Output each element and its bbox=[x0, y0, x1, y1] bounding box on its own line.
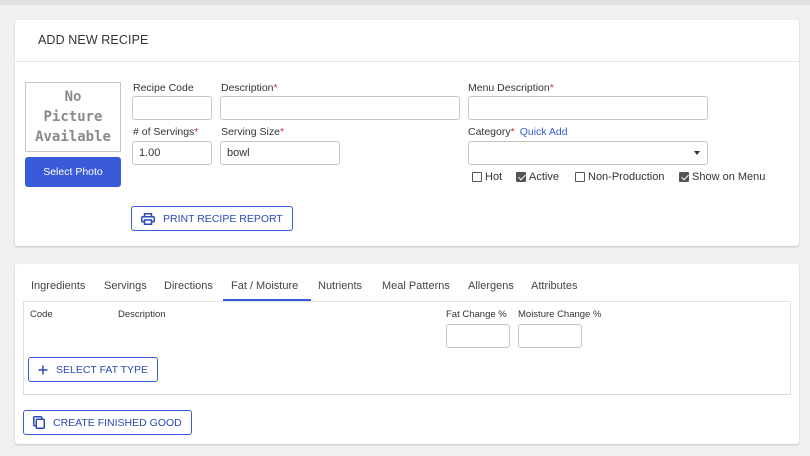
category-label: Category* Quick Add bbox=[468, 126, 568, 138]
tab-nutrients[interactable]: Nutrients bbox=[318, 280, 362, 300]
serving-size-label: Serving Size* bbox=[221, 126, 284, 138]
checkbox-label: Non-Production bbox=[588, 171, 665, 183]
moisture-change-input[interactable] bbox=[518, 324, 582, 348]
card-title: ADD NEW RECIPE bbox=[38, 33, 149, 47]
copy-icon bbox=[33, 416, 45, 429]
placeholder-line: No bbox=[64, 89, 82, 105]
checkbox-non-production[interactable]: Non-Production bbox=[575, 170, 664, 184]
button-label: PRINT RECIPE REPORT bbox=[163, 212, 283, 225]
plus-icon bbox=[38, 365, 48, 375]
quick-add-link[interactable]: Quick Add bbox=[520, 126, 568, 138]
column-header-code: Code bbox=[30, 309, 53, 320]
placeholder-line: Available bbox=[35, 129, 111, 145]
servings-label: # of Servings* bbox=[133, 126, 198, 138]
checkbox-checked-icon bbox=[679, 172, 689, 182]
column-header-description: Description bbox=[118, 309, 166, 320]
divider bbox=[15, 61, 799, 62]
top-bar bbox=[0, 0, 810, 5]
checkbox-label: Hot bbox=[485, 171, 503, 183]
description-input[interactable] bbox=[220, 96, 460, 120]
label-text: # of Servings bbox=[133, 126, 195, 138]
label-text: Recipe Code bbox=[133, 82, 194, 94]
required-marker: * bbox=[279, 126, 285, 138]
category-select[interactable] bbox=[468, 141, 708, 165]
fat-change-input[interactable] bbox=[446, 324, 510, 348]
label-text: Menu Description bbox=[468, 82, 550, 94]
recipe-code-input[interactable] bbox=[132, 96, 212, 120]
required-marker: * bbox=[549, 82, 554, 94]
serving-size-input[interactable]: bowl bbox=[220, 141, 340, 165]
select-photo-button[interactable]: Select Photo bbox=[25, 157, 121, 187]
print-recipe-report-button[interactable]: PRINT RECIPE REPORT bbox=[131, 206, 293, 231]
required-marker: * bbox=[510, 126, 515, 138]
checkbox-checked-icon bbox=[516, 172, 526, 182]
no-picture-placeholder: No Picture Available bbox=[25, 82, 121, 152]
checkbox-hot[interactable]: Hot bbox=[472, 170, 502, 184]
tab-directions[interactable]: Directions bbox=[164, 280, 213, 300]
create-finished-good-button[interactable]: CREATE FINISHED GOOD bbox=[23, 410, 192, 435]
placeholder-line: Picture bbox=[43, 109, 103, 125]
tab-allergens[interactable]: Allergens bbox=[468, 280, 514, 300]
column-header-moisture-change: Moisture Change % bbox=[518, 309, 602, 320]
caret-down-icon bbox=[694, 151, 700, 155]
tab-fat-moisture[interactable]: Fat / Moisture bbox=[231, 280, 298, 300]
required-marker: * bbox=[194, 126, 199, 138]
printer-icon bbox=[141, 212, 155, 225]
recipe-code-label: Recipe Code bbox=[133, 82, 194, 94]
menu-description-input[interactable] bbox=[468, 96, 708, 120]
column-header-fat-change: Fat Change % bbox=[446, 309, 507, 320]
description-label: Description* bbox=[221, 82, 278, 94]
checkbox-label: Show on Menu bbox=[692, 171, 766, 183]
checkbox-show-on-menu[interactable]: Show on Menu bbox=[679, 170, 765, 184]
label-text: Category bbox=[468, 126, 511, 138]
checkbox-icon bbox=[472, 172, 482, 182]
menu-description-label: Menu Description* bbox=[468, 82, 554, 94]
checkbox-label: Active bbox=[529, 171, 559, 183]
checkbox-icon bbox=[575, 172, 585, 182]
checkbox-active[interactable]: Active bbox=[516, 170, 559, 184]
tab-meal-patterns[interactable]: Meal Patterns bbox=[382, 280, 450, 300]
required-marker: * bbox=[273, 82, 278, 94]
button-label: CREATE FINISHED GOOD bbox=[53, 416, 182, 429]
label-text: Description bbox=[221, 82, 274, 94]
tab-ingredients[interactable]: Ingredients bbox=[31, 280, 85, 300]
label-text: Serving Size bbox=[221, 126, 280, 138]
button-label: SELECT FAT TYPE bbox=[56, 363, 149, 376]
select-fat-type-button[interactable]: SELECT FAT TYPE bbox=[28, 357, 159, 382]
tab-attributes[interactable]: Attributes bbox=[531, 280, 577, 300]
servings-input[interactable]: 1.00 bbox=[132, 141, 212, 165]
tab-servings[interactable]: Servings bbox=[104, 280, 147, 300]
